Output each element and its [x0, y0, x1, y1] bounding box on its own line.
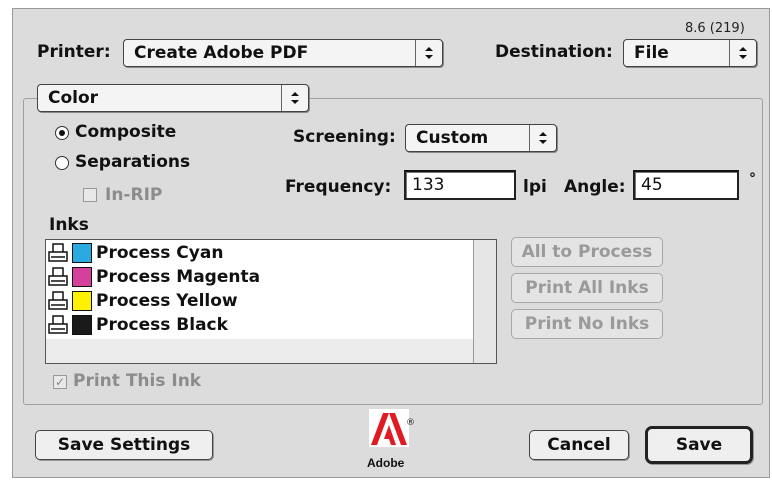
destination-popup[interactable]: File	[623, 39, 757, 67]
screening-popup[interactable]: Custom	[405, 124, 557, 152]
cancel-button[interactable]: Cancel	[529, 430, 629, 460]
panel-value: Color	[48, 88, 99, 108]
screening-value: Custom	[416, 128, 489, 148]
ink-name: Process Cyan	[96, 243, 224, 263]
adobe-logo-icon	[369, 409, 409, 447]
frequency-unit: lpi	[523, 177, 547, 197]
print-all-inks-button[interactable]: Print All Inks	[511, 273, 663, 303]
ink-swatch	[72, 267, 92, 287]
inks-label: Inks	[49, 215, 89, 235]
save-label: Save	[675, 435, 723, 455]
list-item[interactable]: Process Black	[48, 313, 228, 337]
ink-name: Process Black	[96, 315, 228, 335]
printer-label: Printer:	[37, 42, 111, 62]
composite-radio[interactable]	[55, 126, 69, 140]
printer-icon	[48, 291, 68, 310]
separations-label: Separations	[75, 152, 191, 172]
angle-unit: °	[749, 171, 756, 187]
destination-label: Destination:	[495, 42, 613, 62]
ink-swatch	[72, 315, 92, 335]
inks-list[interactable]: Process Cyan Process Magenta Process Yel…	[45, 239, 497, 364]
adobe-logo-text: Adobe	[367, 456, 405, 470]
print-this-ink-label: Print This Ink	[73, 371, 202, 391]
list-item[interactable]: Process Cyan	[48, 241, 223, 265]
popup-arrows-icon	[729, 40, 756, 66]
save-button[interactable]: Save	[645, 426, 753, 464]
angle-label: Angle:	[564, 177, 626, 197]
ink-swatch	[72, 243, 92, 263]
print-this-ink-checkbox[interactable]: ✓	[53, 375, 67, 389]
frequency-input[interactable]: 133	[404, 170, 516, 200]
ink-name: Process Magenta	[96, 267, 261, 287]
popup-arrows-icon	[529, 125, 556, 151]
registered-mark: ®	[406, 418, 415, 428]
list-item[interactable]: Process Yellow	[48, 289, 238, 313]
in-rip-checkbox[interactable]	[83, 188, 97, 202]
printer-value: Create Adobe PDF	[134, 43, 309, 63]
screening-label: Screening:	[293, 127, 396, 147]
version-label: 8.6 (219)	[685, 21, 745, 36]
printer-icon	[48, 267, 68, 286]
printer-icon	[48, 315, 68, 334]
ink-name: Process Yellow	[96, 291, 238, 311]
inks-scrollbar[interactable]	[473, 240, 496, 363]
destination-value: File	[634, 43, 669, 63]
list-item[interactable]: Process Magenta	[48, 265, 260, 289]
all-to-process-button[interactable]: All to Process	[511, 237, 663, 267]
ink-swatch	[72, 291, 92, 311]
separations-radio[interactable]	[55, 156, 69, 170]
frequency-label: Frequency:	[285, 177, 392, 197]
composite-label: Composite	[75, 122, 177, 142]
save-settings-button[interactable]: Save Settings	[35, 430, 213, 460]
print-dialog: 8.6 (219) Printer: Create Adobe PDF Dest…	[12, 8, 770, 478]
print-no-inks-button[interactable]: Print No Inks	[511, 309, 663, 339]
angle-input[interactable]: 45	[633, 170, 739, 200]
panel-popup[interactable]: Color	[37, 84, 309, 112]
popup-arrows-icon	[415, 40, 442, 66]
printer-icon	[48, 243, 68, 262]
popup-arrows-icon	[281, 85, 308, 111]
printer-popup[interactable]: Create Adobe PDF	[123, 39, 443, 67]
in-rip-label: In-RIP	[105, 185, 163, 205]
